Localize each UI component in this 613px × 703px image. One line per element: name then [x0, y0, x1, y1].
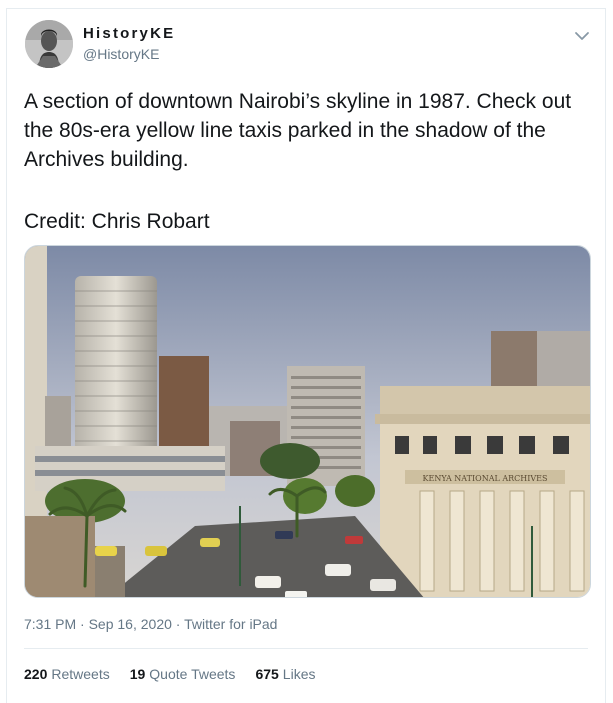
tweet-stats: 220 Retweets 19 Quote Tweets 675 Likes [24, 666, 315, 682]
retweets-count: 220 [24, 666, 48, 682]
likes-stat[interactable]: 675 Likes [255, 666, 315, 682]
tweet-source[interactable]: Twitter for iPad [184, 616, 277, 632]
divider [24, 648, 588, 649]
tweet-time[interactable]: 7:31 PM [24, 616, 76, 632]
author-display-name[interactable]: HistoryKE [83, 25, 175, 42]
retweets-stat[interactable]: 220 Retweets [24, 666, 110, 682]
tweet-date[interactable]: Sep 16, 2020 [89, 616, 172, 632]
avatar-portrait-icon [25, 20, 73, 68]
tweet-text: A section of downtown Nairobi’s skyline … [24, 90, 572, 171]
tweet-meta: 7:31 PM · Sep 16, 2020 · Twitter for iPa… [24, 616, 277, 632]
chevron-down-icon[interactable] [573, 29, 591, 43]
quote-tweets-count: 19 [129, 666, 146, 682]
meta-separator: · [76, 616, 89, 632]
archives-sign-text: KENYA NATIONAL ARCHIVES [423, 474, 548, 483]
retweets-label: Retweets [51, 666, 110, 682]
avatar[interactable] [25, 20, 73, 68]
quote-tweets-stat[interactable]: 19 Quote Tweets [130, 666, 236, 682]
tweet-credit: Credit: Chris Robart [24, 210, 210, 233]
likes-label: Likes [282, 666, 316, 682]
likes-count: 675 [255, 666, 279, 682]
nairobi-skyline-photo: KENYA NATIONAL ARCHIVES [25, 246, 590, 597]
meta-separator: · [171, 616, 185, 632]
quote-tweets-label: Quote Tweets [149, 666, 236, 682]
tweet-card: HistoryKE @HistoryKE A section of downto… [6, 8, 606, 703]
author-handle[interactable]: @HistoryKE [83, 46, 159, 62]
tweet-photo[interactable]: KENYA NATIONAL ARCHIVES [24, 245, 591, 598]
